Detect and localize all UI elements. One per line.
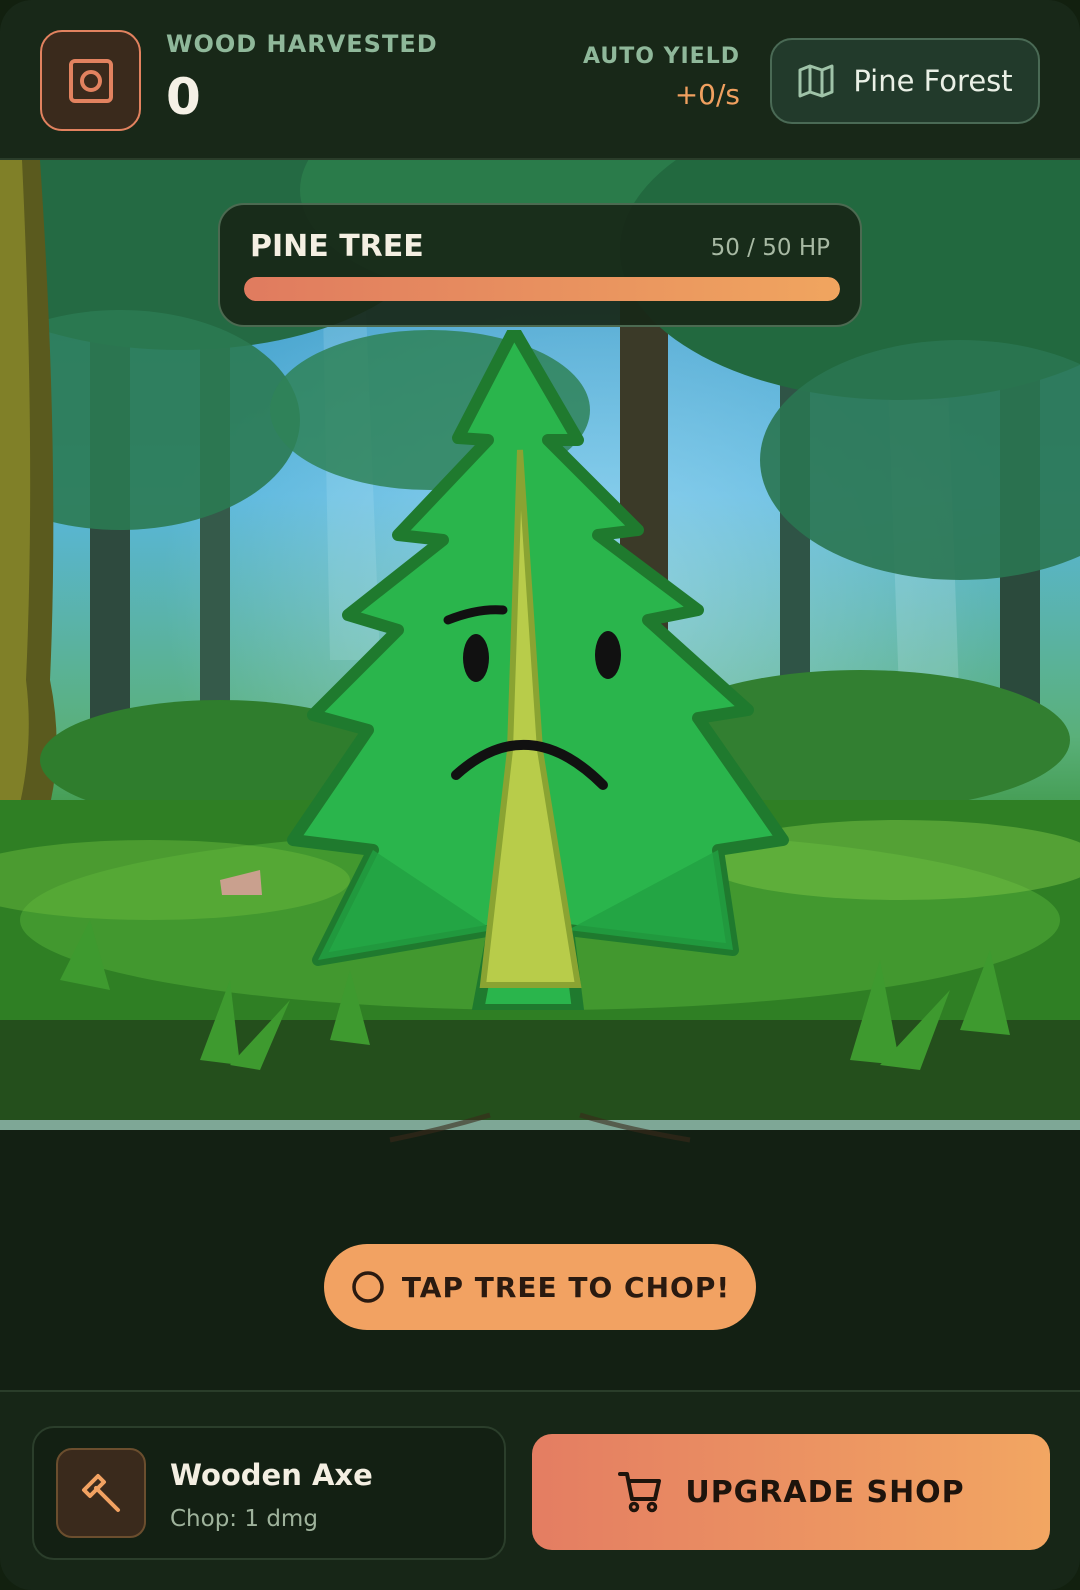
equipped-tool-card[interactable]: Wooden Axe Chop: 1 dmg xyxy=(32,1426,506,1560)
top-bar: WOOD HARVESTED 0 AUTO YIELD +0/s Pine Fo… xyxy=(0,0,1080,160)
axe-icon xyxy=(82,1474,120,1512)
tool-name: Wooden Axe xyxy=(170,1458,373,1492)
cart-icon xyxy=(618,1472,662,1513)
map-icon xyxy=(798,64,834,98)
wood-harvested-label: WOOD HARVESTED xyxy=(166,30,438,58)
upgrade-shop-button[interactable]: UPGRADE SHOP xyxy=(532,1434,1050,1550)
tree-hp-text: 50 / 50 HP xyxy=(710,235,830,261)
bottom-bar: Wooden Axe Chop: 1 dmg UPGRADE SHOP xyxy=(0,1390,1080,1590)
auto-yield-label: AUTO YIELD xyxy=(582,44,740,69)
tool-icon-box xyxy=(56,1448,146,1538)
game-app: WOOD HARVESTED 0 AUTO YIELD +0/s Pine Fo… xyxy=(0,0,1080,1590)
tree-name: PINE TREE xyxy=(250,229,424,264)
tree-roots xyxy=(389,1112,691,1143)
hp-bar xyxy=(244,277,840,301)
target-square-icon xyxy=(68,58,113,103)
forest-scene: PINE TREE 50 / 50 HP xyxy=(0,160,1080,1120)
pine-tree-character[interactable] xyxy=(278,330,798,1010)
tap-to-chop-button[interactable]: TAP TREE TO CHOP! xyxy=(324,1244,756,1330)
circle-icon xyxy=(352,1271,384,1303)
wood-count: 0 xyxy=(166,68,201,126)
location-button[interactable]: Pine Forest xyxy=(770,38,1040,124)
auto-yield-value: +0/s xyxy=(674,78,740,111)
location-label: Pine Forest xyxy=(853,64,1013,98)
upgrade-shop-label: UPGRADE SHOP xyxy=(685,1474,965,1510)
tap-to-chop-label: TAP TREE TO CHOP! xyxy=(401,1270,731,1304)
tree-hp-panel: PINE TREE 50 / 50 HP xyxy=(218,203,862,327)
tool-stat: Chop: 1 dmg xyxy=(170,1506,318,1532)
hp-bar-fill xyxy=(244,277,840,301)
menu-button[interactable] xyxy=(40,30,141,131)
